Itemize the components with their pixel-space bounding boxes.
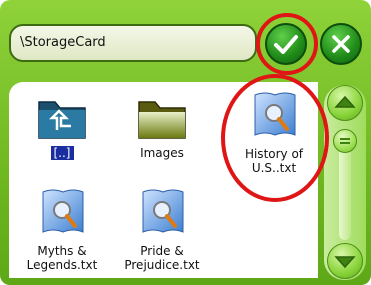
arrow-down-icon <box>334 256 356 269</box>
ok-button[interactable] <box>265 23 307 65</box>
folder-icon <box>138 101 186 139</box>
file-list: [..] Images History of U.S..txt Myths & … <box>9 82 318 278</box>
path-field[interactable]: \StorageCard <box>9 24 257 62</box>
file-item-history[interactable]: History of U.S..txt <box>224 87 318 175</box>
file-item-parent[interactable]: [..] <box>12 92 112 160</box>
parent-folder-icon <box>38 101 86 139</box>
file-item-label: Images <box>140 146 184 160</box>
text-file-icon <box>254 92 296 136</box>
file-item-myths[interactable]: Myths & Legends.txt <box>12 184 112 272</box>
file-item-label: U.S..txt <box>251 161 297 175</box>
file-item-label: Legends.txt <box>26 258 98 272</box>
scroll-down-button[interactable] <box>327 243 363 279</box>
checkmark-icon <box>274 35 298 54</box>
file-item-pride[interactable]: Pride & Prejudice.txt <box>112 184 212 272</box>
file-item-images[interactable]: Images <box>112 92 212 160</box>
grip-icon <box>340 138 350 144</box>
file-item-label: Myths & <box>37 244 87 258</box>
scroll-thumb[interactable] <box>333 129 357 153</box>
cancel-button[interactable] <box>320 23 362 65</box>
file-item-label: Pride & <box>140 244 184 258</box>
file-item-label: [..] <box>50 146 74 160</box>
text-file-icon <box>42 189 84 233</box>
close-icon <box>332 35 350 53</box>
file-item-label: Prejudice.txt <box>124 258 200 272</box>
text-file-icon <box>142 189 184 233</box>
arrow-up-icon <box>334 95 356 108</box>
scroll-up-button[interactable] <box>327 85 363 121</box>
file-item-label: History of <box>244 147 304 161</box>
